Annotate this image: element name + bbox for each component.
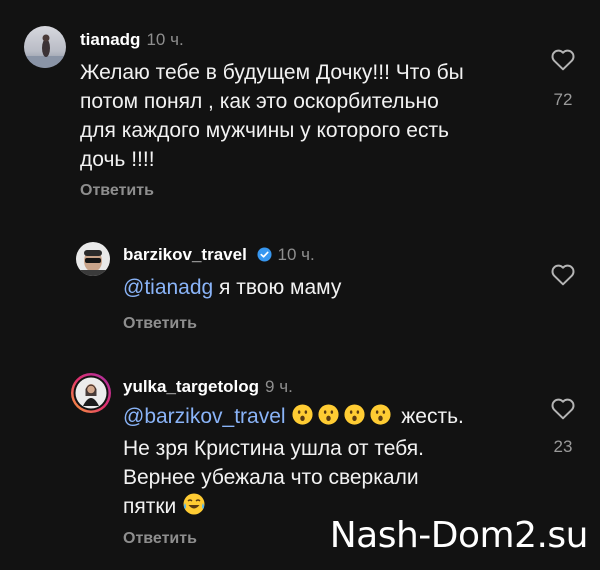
avatar[interactable]: [76, 242, 110, 276]
hushed-face-emoji: [317, 403, 340, 434]
mention-link[interactable]: @tianadg: [123, 276, 213, 299]
like-count: 23: [553, 437, 573, 456]
heart-outline-icon[interactable]: [548, 262, 578, 291]
hushed-face-emoji: [343, 403, 366, 434]
comment-line: Вернее убежала что сверкали: [123, 466, 419, 489]
comment-line: для каждого мужчины у которого есть: [80, 119, 449, 142]
username[interactable]: barzikov_travel: [123, 245, 247, 264]
comment-line-text: пятки: [123, 495, 183, 518]
comment-line-tail: жесть.: [395, 405, 464, 428]
timestamp: 10 ч.: [146, 30, 184, 49]
comment-header: tianadg 10 ч.: [80, 30, 184, 50]
comment-line: @barzikov_travel жесть.: [123, 402, 464, 434]
reply-button[interactable]: Ответить: [123, 530, 197, 548]
avatar[interactable]: [24, 26, 66, 68]
comment-text: Желаю тебе в будущем Дочку!!! Что бы пот…: [80, 58, 464, 174]
comment-line: потом понял , как это оскорбительно: [80, 90, 439, 113]
username[interactable]: yulka_targetolog: [123, 377, 259, 396]
heart-outline-icon[interactable]: [548, 396, 578, 425]
heart-outline-icon[interactable]: [548, 47, 578, 76]
like-count: 72: [553, 90, 573, 109]
comment-line: Не зря Кристина ушла от тебя.: [123, 437, 424, 460]
comment-header: barzikov_travel 10 ч.: [123, 245, 315, 267]
comment-text: @barzikov_travel жесть. Не зря Кристина …: [123, 402, 464, 524]
hushed-face-emoji: [291, 403, 314, 434]
comment-line: я твою маму: [213, 276, 342, 299]
comment-text: @tianadg я твою маму: [123, 273, 341, 302]
timestamp: 10 ч.: [277, 245, 315, 264]
tears-of-joy-emoji: [182, 492, 206, 524]
username[interactable]: tianadg: [80, 30, 140, 49]
hushed-face-emoji: [369, 403, 392, 434]
mention-link[interactable]: @barzikov_travel: [123, 405, 286, 428]
comment-line: дочь !!!!: [80, 148, 155, 171]
avatar[interactable]: [70, 372, 112, 414]
watermark: Nash-Dom2.su: [329, 515, 589, 556]
reply-button[interactable]: Ответить: [80, 182, 154, 200]
reply-button[interactable]: Ответить: [123, 315, 197, 333]
verified-badge-icon: [257, 247, 272, 267]
comment-header: yulka_targetolog 9 ч.: [123, 377, 293, 397]
timestamp: 9 ч.: [265, 377, 293, 396]
comment-line: Желаю тебе в будущем Дочку!!! Что бы: [80, 61, 464, 84]
emoji-group: [291, 404, 395, 428]
